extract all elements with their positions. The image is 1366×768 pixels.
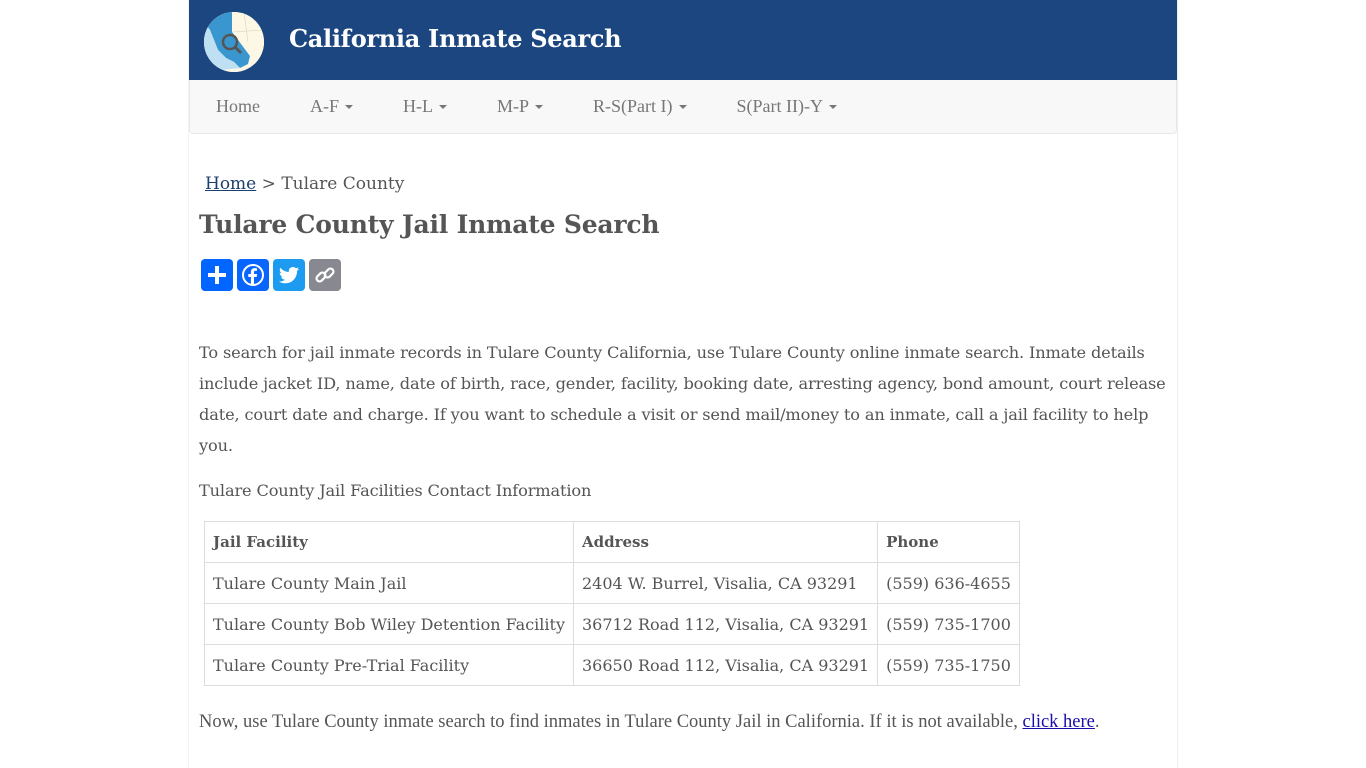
caret-down-icon (829, 104, 838, 109)
table-row: Tulare County Pre-Trial Facility 36650 R… (204, 644, 1020, 686)
nav-label: Home (216, 96, 260, 116)
facebook-share-button[interactable] (237, 259, 269, 291)
facility-name: Tulare County Pre-Trial Facility (204, 644, 574, 686)
facebook-icon (242, 264, 264, 286)
page-title: Tulare County Jail Inmate Search (199, 210, 660, 239)
outro-text: Now, use Tulare County inmate search to … (199, 712, 1023, 732)
facility-name: Tulare County Main Jail (204, 562, 574, 604)
table-row: Tulare County Main Jail 2404 W. Burrel, … (204, 562, 1020, 604)
facility-phone: (559) 735-1700 (877, 603, 1020, 645)
column-header-facility: Jail Facility (204, 521, 574, 563)
twitter-icon (279, 267, 299, 284)
nav-label: R-S(Part I) (593, 96, 673, 116)
nav-item-a-f[interactable]: A-F (310, 96, 354, 117)
page-container: California Inmate Search Home A-F H-L M-… (188, 0, 1178, 768)
share-buttons (201, 259, 1167, 291)
nav-item-r-s-part-1[interactable]: R-S(Part I) (593, 96, 687, 117)
nav-label: H-L (403, 96, 434, 116)
facility-name: Tulare County Bob Wiley Detention Facili… (204, 603, 574, 645)
copy-link-button[interactable] (309, 259, 341, 291)
breadcrumb-current: Tulare County (281, 174, 405, 194)
plus-icon (208, 266, 226, 284)
nav-item-home[interactable]: Home (216, 96, 260, 117)
facility-address: 2404 W. Burrel, Visalia, CA 93291 (572, 562, 879, 604)
site-header: California Inmate Search (189, 0, 1177, 80)
nav-label: A-F (310, 96, 340, 116)
facility-address: 36650 Road 112, Visalia, CA 93291 (572, 644, 879, 686)
nav-item-h-l[interactable]: H-L (403, 96, 448, 117)
california-map-logo-icon[interactable] (204, 12, 264, 72)
breadcrumb: Home > Tulare County (199, 174, 1167, 194)
main-navbar: Home A-F H-L M-P R-S(Part I) S(Part II)-… (189, 80, 1177, 134)
main-content: Home > Tulare County Tulare County Jail … (189, 174, 1177, 738)
table-row: Tulare County Bob Wiley Detention Facili… (204, 603, 1020, 645)
outro-paragraph: Now, use Tulare County inmate search to … (199, 707, 1167, 738)
intro-paragraph: To search for jail inmate records in Tul… (199, 343, 1166, 455)
link-icon (315, 267, 335, 283)
caret-down-icon (439, 104, 448, 109)
table-header-row: Jail Facility Address Phone (204, 521, 1020, 563)
contact-info-heading: Tulare County Jail Facilities Contact In… (199, 481, 592, 500)
breadcrumb-separator: > (261, 174, 276, 194)
facility-phone: (559) 735-1750 (877, 644, 1020, 686)
breadcrumb-home-link[interactable]: Home (205, 174, 256, 194)
column-header-address: Address (572, 521, 879, 563)
caret-down-icon (678, 104, 687, 109)
facilities-table: Jail Facility Address Phone Tulare Count… (204, 521, 1020, 686)
nav-item-s-part-2-y[interactable]: S(Part II)-Y (736, 96, 838, 117)
caret-down-icon (535, 104, 544, 109)
nav-item-m-p[interactable]: M-P (497, 96, 544, 117)
share-button[interactable] (201, 259, 233, 291)
facility-phone: (559) 636-4655 (877, 562, 1020, 604)
nav-label: S(Part II)-Y (736, 96, 824, 116)
nav-label: M-P (497, 96, 530, 116)
twitter-share-button[interactable] (273, 259, 305, 291)
click-here-link[interactable]: click here (1022, 712, 1094, 732)
site-title[interactable]: California Inmate Search (289, 24, 622, 53)
column-header-phone: Phone (877, 521, 1020, 563)
outro-end: . (1094, 712, 1100, 732)
caret-down-icon (345, 104, 354, 109)
facility-address: 36712 Road 112, Visalia, CA 93291 (572, 603, 879, 645)
